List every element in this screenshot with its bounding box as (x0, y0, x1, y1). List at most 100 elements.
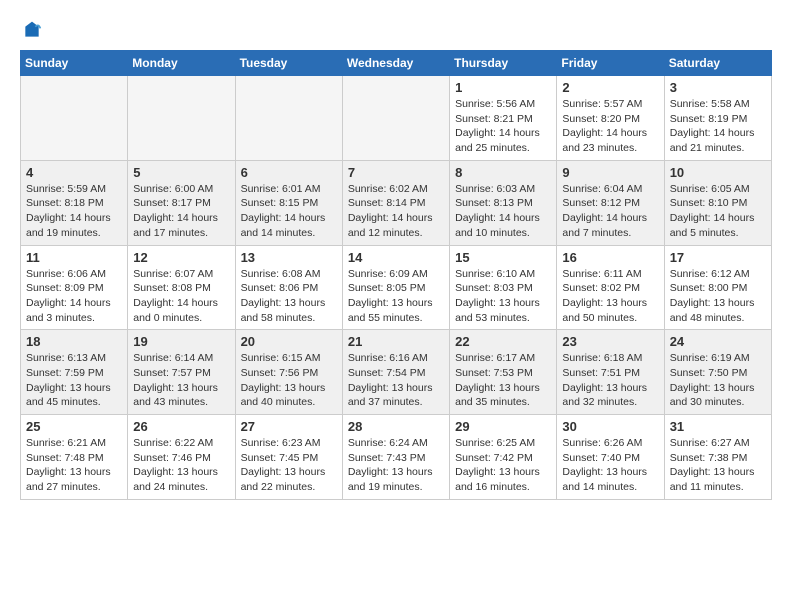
day-number: 18 (26, 334, 122, 349)
calendar-cell: 24 Sunrise: 6:19 AMSunset: 7:50 PMDayligh… (664, 330, 771, 415)
day-number: 23 (562, 334, 658, 349)
calendar-cell (342, 76, 449, 161)
day-number: 22 (455, 334, 551, 349)
calendar-cell: 3 Sunrise: 5:58 AMSunset: 8:19 PMDaylight… (664, 76, 771, 161)
day-info: Sunrise: 6:23 AMSunset: 7:45 PMDaylight:… (241, 436, 337, 495)
day-info: Sunrise: 6:03 AMSunset: 8:13 PMDaylight:… (455, 182, 551, 241)
calendar-header-thursday: Thursday (450, 51, 557, 76)
day-info: Sunrise: 6:25 AMSunset: 7:42 PMDaylight:… (455, 436, 551, 495)
day-info: Sunrise: 6:16 AMSunset: 7:54 PMDaylight:… (348, 351, 444, 410)
day-number: 3 (670, 80, 766, 95)
day-number: 27 (241, 419, 337, 434)
calendar-header-wednesday: Wednesday (342, 51, 449, 76)
day-number: 4 (26, 165, 122, 180)
day-info: Sunrise: 5:58 AMSunset: 8:19 PMDaylight:… (670, 97, 766, 156)
day-number: 13 (241, 250, 337, 265)
calendar-cell: 29 Sunrise: 6:25 AMSunset: 7:42 PMDayligh… (450, 415, 557, 500)
day-info: Sunrise: 6:06 AMSunset: 8:09 PMDaylight:… (26, 267, 122, 326)
day-number: 24 (670, 334, 766, 349)
calendar-week-row: 25Sunrise: 6:21 AMSunset: 7:48 PMDayligh… (21, 415, 772, 500)
calendar-cell: 1Sunrise: 5:56 AMSunset: 8:21 PMDaylight… (450, 76, 557, 161)
day-number: 15 (455, 250, 551, 265)
calendar-cell: 14 Sunrise: 6:09 AMSunset: 8:05 PMDayligh… (342, 245, 449, 330)
day-number: 14 (348, 250, 444, 265)
calendar-cell: 27 Sunrise: 6:23 AMSunset: 7:45 PMDayligh… (235, 415, 342, 500)
calendar-header-friday: Friday (557, 51, 664, 76)
day-info: Sunrise: 6:15 AMSunset: 7:56 PMDaylight:… (241, 351, 337, 410)
day-info: Sunrise: 6:18 AMSunset: 7:51 PMDaylight:… (562, 351, 658, 410)
day-info: Sunrise: 6:24 AMSunset: 7:43 PMDaylight:… (348, 436, 444, 495)
day-info: Sunrise: 6:02 AMSunset: 8:14 PMDaylight:… (348, 182, 444, 241)
calendar-cell: 10 Sunrise: 6:05 AMSunset: 8:10 PMDayligh… (664, 160, 771, 245)
day-info: Sunrise: 6:17 AMSunset: 7:53 PMDaylight:… (455, 351, 551, 410)
calendar-header-tuesday: Tuesday (235, 51, 342, 76)
calendar-cell: 21 Sunrise: 6:16 AMSunset: 7:54 PMDayligh… (342, 330, 449, 415)
calendar-cell: 30 Sunrise: 6:26 AMSunset: 7:40 PMDayligh… (557, 415, 664, 500)
calendar-cell (128, 76, 235, 161)
day-info: Sunrise: 6:09 AMSunset: 8:05 PMDaylight:… (348, 267, 444, 326)
day-number: 1 (455, 80, 551, 95)
calendar-cell: 12 Sunrise: 6:07 AMSunset: 8:08 PMDayligh… (128, 245, 235, 330)
day-info: Sunrise: 6:05 AMSunset: 8:10 PMDaylight:… (670, 182, 766, 241)
page-header (20, 20, 772, 40)
calendar-cell: 17 Sunrise: 6:12 AMSunset: 8:00 PMDayligh… (664, 245, 771, 330)
calendar-header-saturday: Saturday (664, 51, 771, 76)
calendar-header-row: SundayMondayTuesdayWednesdayThursdayFrid… (21, 51, 772, 76)
calendar-cell: 28 Sunrise: 6:24 AMSunset: 7:43 PMDayligh… (342, 415, 449, 500)
calendar-cell: 11 Sunrise: 6:06 AMSunset: 8:09 PMDayligh… (21, 245, 128, 330)
day-info: Sunrise: 6:13 AMSunset: 7:59 PMDaylight:… (26, 351, 122, 410)
day-number: 30 (562, 419, 658, 434)
day-number: 5 (133, 165, 229, 180)
day-number: 25 (26, 419, 122, 434)
calendar-cell: 16 Sunrise: 6:11 AMSunset: 8:02 PMDayligh… (557, 245, 664, 330)
calendar-cell: 22 Sunrise: 6:17 AMSunset: 7:53 PMDayligh… (450, 330, 557, 415)
calendar-cell: 9Sunrise: 6:04 AMSunset: 8:12 PMDaylight… (557, 160, 664, 245)
day-number: 20 (241, 334, 337, 349)
calendar-cell: 20 Sunrise: 6:15 AMSunset: 7:56 PMDayligh… (235, 330, 342, 415)
calendar-cell: 18 Sunrise: 6:13 AMSunset: 7:59 PMDayligh… (21, 330, 128, 415)
calendar-week-row: 1Sunrise: 5:56 AMSunset: 8:21 PMDaylight… (21, 76, 772, 161)
day-info: Sunrise: 6:26 AMSunset: 7:40 PMDaylight:… (562, 436, 658, 495)
calendar-cell: 31Sunrise: 6:27 AMSunset: 7:38 PMDayligh… (664, 415, 771, 500)
calendar-cell: 4 Sunrise: 5:59 AMSunset: 8:18 PMDaylight… (21, 160, 128, 245)
calendar-cell: 7Sunrise: 6:02 AMSunset: 8:14 PMDaylight… (342, 160, 449, 245)
calendar-header-sunday: Sunday (21, 51, 128, 76)
day-info: Sunrise: 6:11 AMSunset: 8:02 PMDaylight:… (562, 267, 658, 326)
day-number: 2 (562, 80, 658, 95)
calendar-cell: 6Sunrise: 6:01 AMSunset: 8:15 PMDaylight… (235, 160, 342, 245)
calendar-cell: 8 Sunrise: 6:03 AMSunset: 8:13 PMDaylight… (450, 160, 557, 245)
day-number: 19 (133, 334, 229, 349)
day-number: 28 (348, 419, 444, 434)
day-number: 17 (670, 250, 766, 265)
day-info: Sunrise: 5:59 AMSunset: 8:18 PMDaylight:… (26, 182, 122, 241)
day-info: Sunrise: 6:01 AMSunset: 8:15 PMDaylight:… (241, 182, 337, 241)
day-info: Sunrise: 6:10 AMSunset: 8:03 PMDaylight:… (455, 267, 551, 326)
calendar-header-monday: Monday (128, 51, 235, 76)
calendar-cell: 13Sunrise: 6:08 AMSunset: 8:06 PMDayligh… (235, 245, 342, 330)
day-info: Sunrise: 6:19 AMSunset: 7:50 PMDaylight:… (670, 351, 766, 410)
day-info: Sunrise: 6:12 AMSunset: 8:00 PMDaylight:… (670, 267, 766, 326)
calendar-cell: 2Sunrise: 5:57 AMSunset: 8:20 PMDaylight… (557, 76, 664, 161)
day-number: 29 (455, 419, 551, 434)
day-number: 11 (26, 250, 122, 265)
calendar-week-row: 11 Sunrise: 6:06 AMSunset: 8:09 PMDayligh… (21, 245, 772, 330)
calendar-cell: 5 Sunrise: 6:00 AMSunset: 8:17 PMDaylight… (128, 160, 235, 245)
day-number: 8 (455, 165, 551, 180)
calendar-cell: 15 Sunrise: 6:10 AMSunset: 8:03 PMDayligh… (450, 245, 557, 330)
calendar-week-row: 4 Sunrise: 5:59 AMSunset: 8:18 PMDaylight… (21, 160, 772, 245)
day-info: Sunrise: 6:14 AMSunset: 7:57 PMDaylight:… (133, 351, 229, 410)
day-number: 16 (562, 250, 658, 265)
calendar-cell (21, 76, 128, 161)
day-number: 31 (670, 419, 766, 434)
day-info: Sunrise: 6:00 AMSunset: 8:17 PMDaylight:… (133, 182, 229, 241)
logo (20, 20, 42, 40)
day-number: 12 (133, 250, 229, 265)
day-info: Sunrise: 6:22 AMSunset: 7:46 PMDaylight:… (133, 436, 229, 495)
day-number: 10 (670, 165, 766, 180)
day-info: Sunrise: 6:07 AMSunset: 8:08 PMDaylight:… (133, 267, 229, 326)
logo-icon (22, 20, 42, 40)
calendar-week-row: 18 Sunrise: 6:13 AMSunset: 7:59 PMDayligh… (21, 330, 772, 415)
calendar-cell: 23 Sunrise: 6:18 AMSunset: 7:51 PMDayligh… (557, 330, 664, 415)
calendar-table: SundayMondayTuesdayWednesdayThursdayFrid… (20, 50, 772, 500)
day-number: 21 (348, 334, 444, 349)
